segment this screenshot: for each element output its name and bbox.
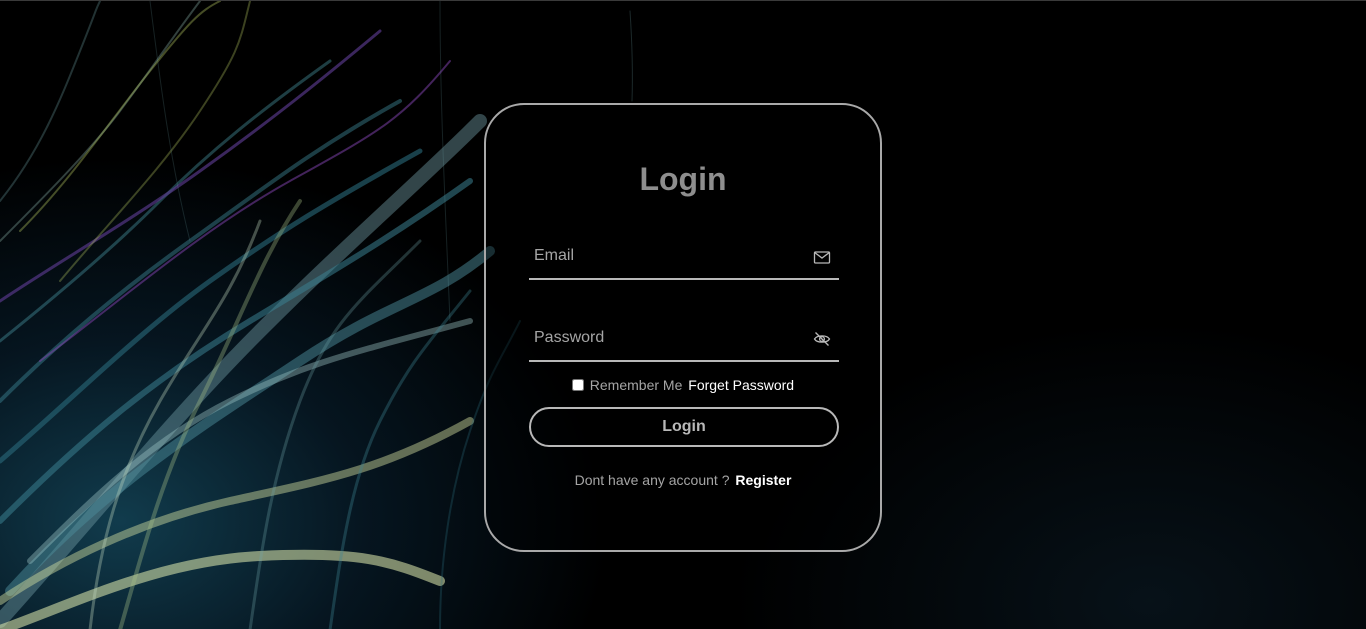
password-field-group [529, 320, 839, 362]
email-input[interactable] [529, 238, 804, 274]
remember-me-checkbox[interactable] [571, 379, 584, 391]
password-input[interactable] [529, 320, 804, 356]
remember-row: Remember Me Forget Password [486, 375, 880, 395]
mail-icon [813, 251, 831, 264]
login-card: Login Remember Me Forget Password Login … [484, 103, 882, 552]
forget-password-link[interactable]: Forget Password [688, 377, 794, 393]
login-title: Login [639, 161, 727, 197]
login-page: Login Remember Me Forget Password Login … [0, 0, 1366, 629]
register-row: Dont have any account ? Register [486, 470, 880, 490]
register-prompt: Dont have any account ? [574, 472, 730, 488]
login-button[interactable]: Login [529, 407, 839, 447]
eye-off-icon[interactable] [813, 330, 831, 348]
email-field-group [529, 238, 839, 280]
remember-me-label: Remember Me [589, 377, 683, 393]
register-link[interactable]: Register [735, 472, 791, 488]
